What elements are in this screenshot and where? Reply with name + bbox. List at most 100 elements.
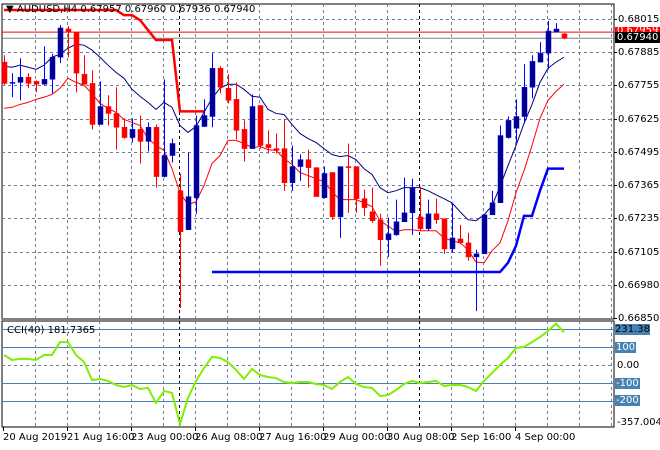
candle-body-bull (497, 135, 504, 204)
time-axis-label: 4 Sep 00:00 (515, 432, 576, 443)
candle-body-bull (97, 106, 104, 125)
price-axis-label: 0.67625 (618, 114, 660, 125)
candle-body-bull (505, 120, 512, 138)
candle-body-bear (177, 190, 184, 233)
cci-title: CCI(40) 181.7365 (7, 325, 95, 336)
candle-body-bear (105, 106, 112, 114)
candle-body-bull (553, 28, 560, 33)
cci-min-label: -357.0045 (617, 417, 660, 428)
candle-body-bear (457, 238, 464, 244)
time-axis-label: 23 Aug 00:00 (131, 432, 199, 443)
candle-body-bull (473, 253, 480, 258)
candle (313, 167, 320, 197)
candle-body-bull (401, 212, 408, 223)
candle-body-bear (121, 127, 128, 138)
candle-body-bear (369, 211, 376, 221)
price-axis-label: 0.68015 (618, 14, 660, 25)
ohlc-values: 0.67957 0.67960 0.67936 0.67940 (80, 4, 256, 15)
time-axis-label: 30 Aug 08:00 (387, 432, 455, 443)
price-axis-label: 0.67105 (618, 247, 660, 258)
candle-body-bear (265, 144, 272, 148)
candle-body-bull (393, 221, 400, 236)
price-axis-label: 0.67235 (618, 213, 660, 224)
candle-body-bull (481, 214, 488, 255)
candle-body-bear (25, 77, 32, 84)
cci-panel-frame (1, 320, 615, 428)
candle-body-bear (465, 242, 472, 258)
candle-body-bull (193, 125, 200, 198)
candle (329, 172, 336, 220)
candle-body-bull (513, 116, 520, 129)
candle-body-bull (297, 159, 304, 167)
candle-body-bear (65, 28, 72, 33)
candle-body-bear (257, 105, 264, 146)
candle-body-bull (249, 106, 256, 149)
candle-body-bear (33, 81, 40, 85)
candle-body-bear (225, 88, 232, 101)
candle-body-bull (529, 61, 536, 88)
candle-body-bear (345, 166, 352, 168)
candle-body-bull (209, 68, 216, 117)
price-axis-label: 0.66980 (618, 280, 660, 291)
candle (57, 25, 64, 64)
candle-body-bull (289, 166, 296, 183)
time-axis-label: 20 Aug 2019 (3, 432, 68, 443)
cci-level-minus100-label: -100 (615, 378, 640, 389)
candle (561, 33, 568, 40)
candle-body-bull (17, 77, 24, 83)
candle-body-bull (321, 173, 328, 198)
candle-body-bear (153, 127, 160, 177)
chart-canvas (1, 3, 617, 431)
candle-body-bull (185, 196, 192, 230)
candle-body-bear (281, 148, 288, 183)
candle-body-bear (233, 99, 240, 131)
candle-body-bull (201, 115, 208, 127)
candle-body-bear (313, 167, 320, 197)
candle-body-bull (161, 155, 168, 177)
candle-body-bear (81, 73, 88, 85)
candle-body-bull (145, 127, 152, 142)
time-axis-label: 27 Aug 16:00 (259, 432, 327, 443)
candle-body-bull (9, 82, 16, 84)
candle-body-bull (337, 166, 344, 218)
time-axis-label: 26 Aug 08:00 (195, 432, 263, 443)
candle-body-bear (113, 113, 120, 128)
price-axis-label: 0.67495 (618, 147, 660, 158)
chart-title: ▼ AUDUSD,H4 0.67957 0.67960 0.67936 0.67… (6, 4, 255, 15)
candle-body-bear (273, 148, 280, 151)
candle-body-bull (425, 213, 432, 229)
candle-body-bear (1, 61, 8, 84)
time-axis-label: 29 Aug 00:00 (323, 432, 391, 443)
candle-body-bull (169, 143, 176, 156)
cci-value: 181.7365 (47, 325, 96, 336)
candle-body-bull (489, 202, 496, 216)
candle-body-bull (385, 233, 392, 240)
candle-body-bull (545, 30, 552, 54)
triangle-down-icon[interactable]: ▼ (6, 4, 14, 15)
cci-level-0-label: 0.00 (617, 360, 640, 371)
candle-body-bear (561, 33, 568, 39)
candle-body-bull (129, 129, 136, 138)
candle-body-bull (537, 52, 544, 63)
candle (497, 125, 504, 204)
candle-body-bear (305, 159, 312, 168)
candle-body-bear (137, 129, 144, 142)
candle-body-bear (217, 68, 224, 88)
candle-body-bear (441, 218, 448, 250)
candle-body-bull (409, 187, 416, 214)
cci-level-100-label: 100 (615, 342, 637, 353)
candle-body-bear (377, 219, 384, 240)
candle-body-bear (361, 198, 368, 208)
candle-body-bear (433, 213, 440, 220)
cci-name: CCI(40) (7, 325, 45, 336)
price-axis-label: 0.67755 (618, 80, 660, 91)
candle-body-bear (73, 31, 80, 74)
candle-body-bear (89, 83, 96, 125)
candle (257, 105, 264, 149)
candle-body-bull (41, 79, 48, 85)
candle-body-bull (521, 87, 528, 117)
symbol-timeframe: AUDUSD,H4 (16, 4, 78, 15)
candle-body-bear (329, 172, 336, 218)
time-axis-label: 2 Sep 16:00 (451, 432, 512, 443)
candle (441, 218, 448, 254)
